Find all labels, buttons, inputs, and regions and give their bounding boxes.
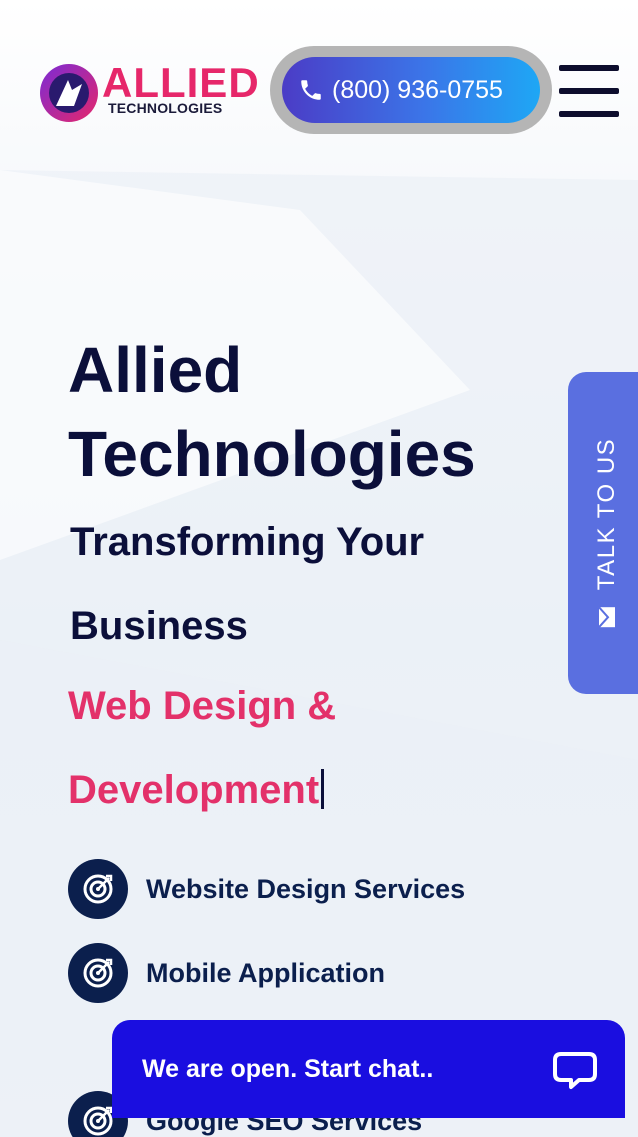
hero-title: Allied Technologies <box>68 328 568 496</box>
logo-subtext: TECHNOLOGIES <box>108 100 223 116</box>
service-item[interactable]: Website Design Services <box>68 858 465 920</box>
talk-to-us-label: TALK TO US <box>593 437 620 591</box>
hero-subtitle: Transforming Your Business <box>70 520 425 648</box>
phone-call-button[interactable]: (800) 936-0755 <box>282 57 540 123</box>
menu-bar-bottom <box>559 111 619 117</box>
site-logo[interactable]: ALLIED TECHNOLOGIES <box>38 60 278 126</box>
live-chat-bar[interactable]: We are open. Start chat.. <box>112 1020 625 1118</box>
site-header: ALLIED TECHNOLOGIES (800) 936-0755 <box>0 0 638 160</box>
menu-bar-middle <box>559 88 619 94</box>
target-icon <box>68 859 128 919</box>
talk-to-us-content: TALK TO US <box>593 438 621 628</box>
target-icon <box>68 943 128 1003</box>
logo-wordmark: ALLIED <box>102 59 260 106</box>
hero-title-line1: Allied <box>68 334 243 406</box>
phone-icon <box>296 75 326 105</box>
hero-typed-text: Web Design & Development <box>68 664 538 832</box>
hamburger-menu-icon[interactable] <box>557 63 621 119</box>
service-item[interactable]: Mobile Application <box>68 942 385 1004</box>
chat-label: We are open. Start chat.. <box>142 1054 434 1083</box>
typing-cursor <box>321 769 325 809</box>
hero-title-line2: Technologies <box>68 418 476 490</box>
service-label: Mobile Application <box>146 957 385 988</box>
phone-number: (800) 936-0755 <box>332 75 503 104</box>
talk-to-us-tab[interactable]: TALK TO US <box>568 372 638 694</box>
chat-bubble-icon <box>553 1052 597 1089</box>
service-label: Website Design Services <box>146 873 466 904</box>
logo-mark-icon <box>40 64 98 122</box>
mail-icon <box>598 606 616 628</box>
typed-text: Web Design & Development <box>68 684 337 812</box>
menu-bar-top <box>559 65 619 71</box>
